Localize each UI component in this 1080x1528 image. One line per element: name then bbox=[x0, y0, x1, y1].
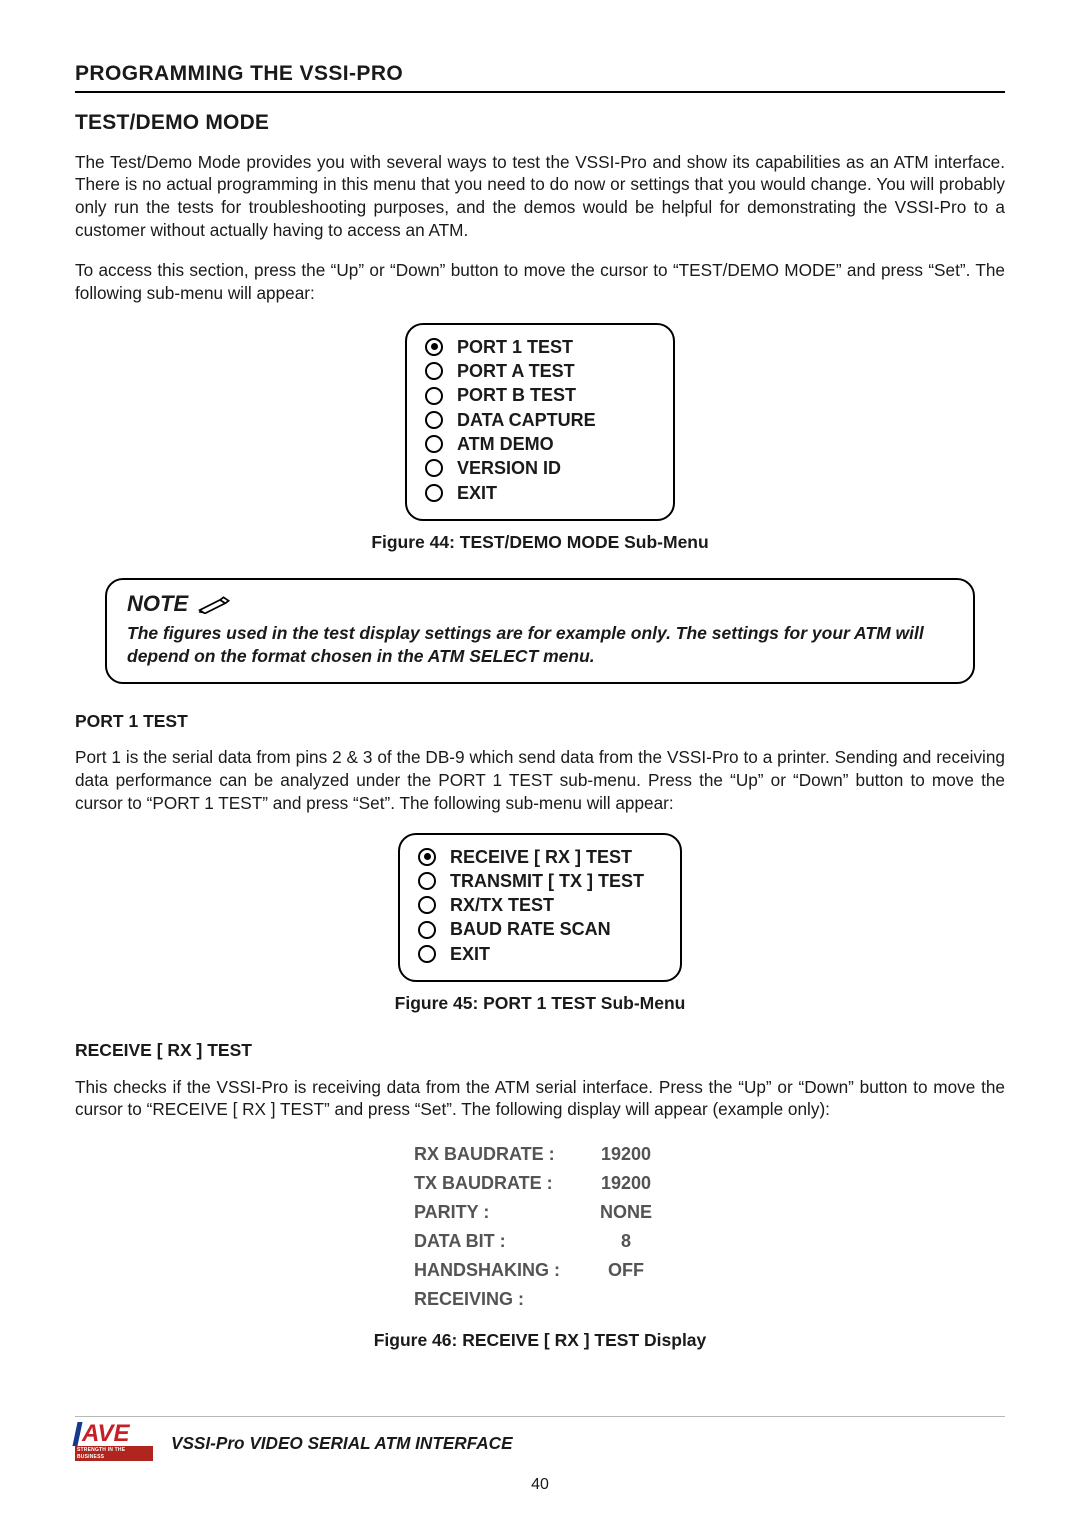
paragraph: Port 1 is the serial data from pins 2 & … bbox=[75, 746, 1005, 814]
radio-empty-icon bbox=[425, 387, 443, 405]
note-box: NOTE The figures used in the test displa… bbox=[105, 578, 975, 684]
submenu-box: PORT 1 TEST PORT A TEST PORT B TEST DATA… bbox=[405, 323, 675, 521]
settings-row: RECEIVING : bbox=[402, 1286, 678, 1313]
running-header: PROGRAMMING THE VSSI-PRO bbox=[75, 60, 1005, 87]
menu-item-atm-demo[interactable]: ATM DEMO bbox=[425, 432, 637, 456]
submenu-port1-test: RECEIVE [ RX ] TEST TRANSMIT [ TX ] TEST… bbox=[75, 833, 1005, 982]
menu-label: EXIT bbox=[450, 942, 490, 966]
settings-row: RX BAUDRATE :19200 bbox=[402, 1141, 678, 1168]
note-title-text: NOTE bbox=[127, 590, 188, 619]
settings-key: HANDSHAKING : bbox=[402, 1257, 572, 1284]
radio-empty-icon bbox=[425, 362, 443, 380]
logo-main-text: AVE bbox=[82, 1423, 130, 1445]
radio-empty-icon bbox=[418, 872, 436, 890]
settings-key: PARITY : bbox=[402, 1199, 572, 1226]
menu-item-exit[interactable]: EXIT bbox=[425, 481, 637, 505]
menu-item-port-b-test[interactable]: PORT B TEST bbox=[425, 383, 637, 407]
menu-item-port1-test[interactable]: PORT 1 TEST bbox=[425, 335, 637, 359]
logo-tagline: STRENGTH IN THE BUSINESS bbox=[75, 1446, 153, 1461]
menu-label: PORT A TEST bbox=[457, 359, 575, 383]
document-page: PROGRAMMING THE VSSI-PRO TEST/DEMO MODE … bbox=[0, 0, 1080, 1528]
menu-item-version-id[interactable]: VERSION ID bbox=[425, 456, 637, 480]
radio-empty-icon bbox=[418, 921, 436, 939]
figure-caption-44: Figure 44: TEST/DEMO MODE Sub-Menu bbox=[75, 531, 1005, 554]
ave-logo: AVE STRENGTH IN THE BUSINESS bbox=[75, 1425, 153, 1461]
menu-item-baud-rate-scan[interactable]: BAUD RATE SCAN bbox=[418, 917, 644, 941]
radio-selected-icon bbox=[418, 848, 436, 866]
menu-item-receive-rx-test[interactable]: RECEIVE [ RX ] TEST bbox=[418, 845, 644, 869]
settings-value: 8 bbox=[574, 1228, 678, 1255]
radio-empty-icon bbox=[425, 484, 443, 502]
menu-item-rx-tx-test[interactable]: RX/TX TEST bbox=[418, 893, 644, 917]
settings-value: 19200 bbox=[574, 1170, 678, 1197]
note-callout: NOTE The figures used in the test displa… bbox=[75, 578, 1005, 684]
menu-label: ATM DEMO bbox=[457, 432, 554, 456]
menu-label: TRANSMIT [ TX ] TEST bbox=[450, 869, 644, 893]
submenu-test-demo: PORT 1 TEST PORT A TEST PORT B TEST DATA… bbox=[75, 323, 1005, 521]
radio-selected-icon bbox=[425, 338, 443, 356]
footer-content: AVE STRENGTH IN THE BUSINESS VSSI-Pro VI… bbox=[75, 1425, 1005, 1461]
settings-value: 19200 bbox=[574, 1141, 678, 1168]
menu-item-port-a-test[interactable]: PORT A TEST bbox=[425, 359, 637, 383]
settings-key: RECEIVING : bbox=[402, 1286, 572, 1313]
settings-value: OFF bbox=[574, 1257, 678, 1284]
settings-key: DATA BIT : bbox=[402, 1228, 572, 1255]
menu-item-transmit-tx-test[interactable]: TRANSMIT [ TX ] TEST bbox=[418, 869, 644, 893]
section-heading-receive-rx-test: RECEIVE [ RX ] TEST bbox=[75, 1039, 1005, 1062]
figure-caption-45: Figure 45: PORT 1 TEST Sub-Menu bbox=[75, 992, 1005, 1015]
settings-key: TX BAUDRATE : bbox=[402, 1170, 572, 1197]
radio-empty-icon bbox=[425, 435, 443, 453]
footer-rule bbox=[75, 1416, 1005, 1417]
rx-test-display: RX BAUDRATE :19200 TX BAUDRATE :19200 PA… bbox=[75, 1139, 1005, 1315]
settings-row: PARITY :NONE bbox=[402, 1199, 678, 1226]
settings-row: DATA BIT :8 bbox=[402, 1228, 678, 1255]
figure-caption-46: Figure 46: RECEIVE [ RX ] TEST Display bbox=[75, 1329, 1005, 1352]
section-heading-test-demo: TEST/DEMO MODE bbox=[75, 109, 1005, 136]
menu-label: RECEIVE [ RX ] TEST bbox=[450, 845, 632, 869]
header-rule bbox=[75, 91, 1005, 93]
menu-label: BAUD RATE SCAN bbox=[450, 917, 611, 941]
note-body: The figures used in the test display set… bbox=[127, 622, 953, 668]
section-heading-port1-test: PORT 1 TEST bbox=[75, 710, 1005, 733]
settings-row: TX BAUDRATE :19200 bbox=[402, 1170, 678, 1197]
menu-label: EXIT bbox=[457, 481, 497, 505]
menu-label: PORT 1 TEST bbox=[457, 335, 573, 359]
menu-item-data-capture[interactable]: DATA CAPTURE bbox=[425, 408, 637, 432]
radio-empty-icon bbox=[425, 459, 443, 477]
paragraph: To access this section, press the “Up” o… bbox=[75, 259, 1005, 304]
page-number: 40 bbox=[75, 1475, 1005, 1496]
pencil-icon bbox=[198, 596, 224, 612]
paragraph: The Test/Demo Mode provides you with sev… bbox=[75, 151, 1005, 242]
page-footer: AVE STRENGTH IN THE BUSINESS VSSI-Pro VI… bbox=[75, 1412, 1005, 1496]
radio-empty-icon bbox=[418, 945, 436, 963]
logo-text: AVE bbox=[75, 1422, 153, 1446]
radio-empty-icon bbox=[418, 896, 436, 914]
menu-label: PORT B TEST bbox=[457, 383, 576, 407]
radio-empty-icon bbox=[425, 411, 443, 429]
settings-table: RX BAUDRATE :19200 TX BAUDRATE :19200 PA… bbox=[400, 1139, 680, 1315]
settings-key: RX BAUDRATE : bbox=[402, 1141, 572, 1168]
settings-value bbox=[574, 1286, 678, 1313]
submenu-box: RECEIVE [ RX ] TEST TRANSMIT [ TX ] TEST… bbox=[398, 833, 682, 982]
menu-label: DATA CAPTURE bbox=[457, 408, 596, 432]
settings-value: NONE bbox=[574, 1199, 678, 1226]
paragraph: This checks if the VSSI-Pro is receiving… bbox=[75, 1076, 1005, 1121]
menu-item-exit[interactable]: EXIT bbox=[418, 942, 644, 966]
footer-product-name: VSSI-Pro VIDEO SERIAL ATM INTERFACE bbox=[171, 1432, 513, 1454]
note-title: NOTE bbox=[127, 590, 953, 619]
menu-label: RX/TX TEST bbox=[450, 893, 554, 917]
settings-row: HANDSHAKING :OFF bbox=[402, 1257, 678, 1284]
menu-label: VERSION ID bbox=[457, 456, 561, 480]
